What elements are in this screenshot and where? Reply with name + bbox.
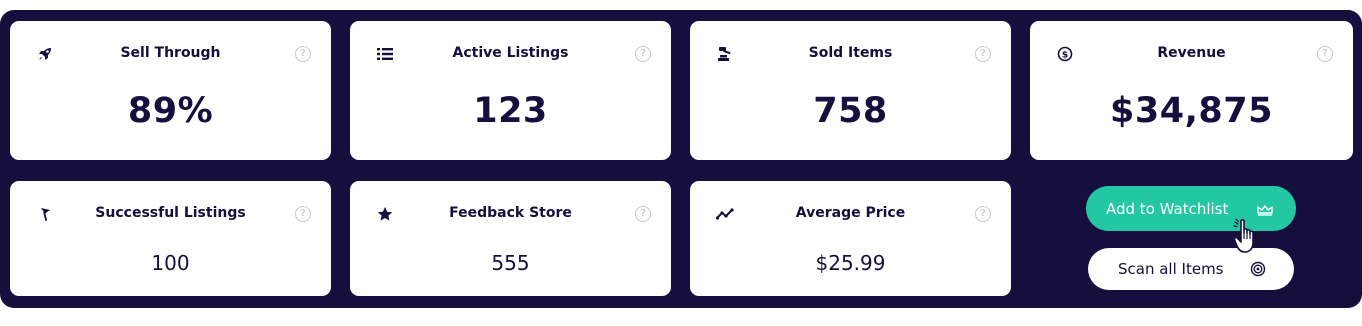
help-icon[interactable]: ?	[635, 46, 651, 62]
stat-value: $25.99	[815, 251, 886, 275]
add-to-watchlist-label: Add to Watchlist	[1106, 199, 1229, 218]
stat-value: 89%	[127, 91, 214, 131]
help-icon[interactable]: ?	[635, 206, 651, 222]
stat-title: Feedback Store	[449, 205, 572, 221]
help-icon[interactable]: ?	[975, 206, 991, 222]
help-icon[interactable]: ?	[295, 46, 311, 62]
stat-value: 555	[491, 251, 530, 275]
hand-pointer-icon	[1232, 218, 1264, 256]
stat-title: Average Price	[795, 205, 906, 221]
stat-card-revenue: $ Revenue ? $34,875	[1030, 21, 1353, 160]
stat-value: 123	[473, 91, 548, 131]
stat-value: $34,875	[1110, 91, 1273, 131]
scan-all-items-label: Scan all Items	[1118, 260, 1224, 278]
stat-card-sold-items: Sold Items ? 758	[690, 21, 1011, 160]
stat-card-active-listings: Active Listings ? 123	[350, 21, 671, 160]
stat-card-average-price: Average Price ? $25.99	[690, 181, 1011, 296]
stat-title: Sold Items	[808, 45, 893, 61]
stat-title: Active Listings	[452, 45, 569, 61]
help-icon[interactable]: ?	[295, 206, 311, 222]
stat-card-feedback-store: Feedback Store ? 555	[350, 181, 671, 296]
stat-title: Successful Listings	[95, 205, 246, 221]
stat-title: Sell Through	[120, 45, 221, 61]
stat-value: 100	[151, 251, 190, 275]
help-icon[interactable]: ?	[975, 46, 991, 62]
crown-icon	[1256, 202, 1274, 216]
target-icon	[1250, 261, 1266, 277]
stat-value: 758	[813, 91, 888, 131]
stat-card-successful-listings: Successful Listings ? 100	[10, 181, 331, 296]
stat-title: Revenue	[1157, 45, 1226, 61]
add-to-watchlist-button[interactable]: Add to Watchlist	[1086, 186, 1296, 231]
stat-card-sell-through: Sell Through ? 89%	[10, 21, 331, 160]
help-icon[interactable]: ?	[1317, 46, 1333, 62]
